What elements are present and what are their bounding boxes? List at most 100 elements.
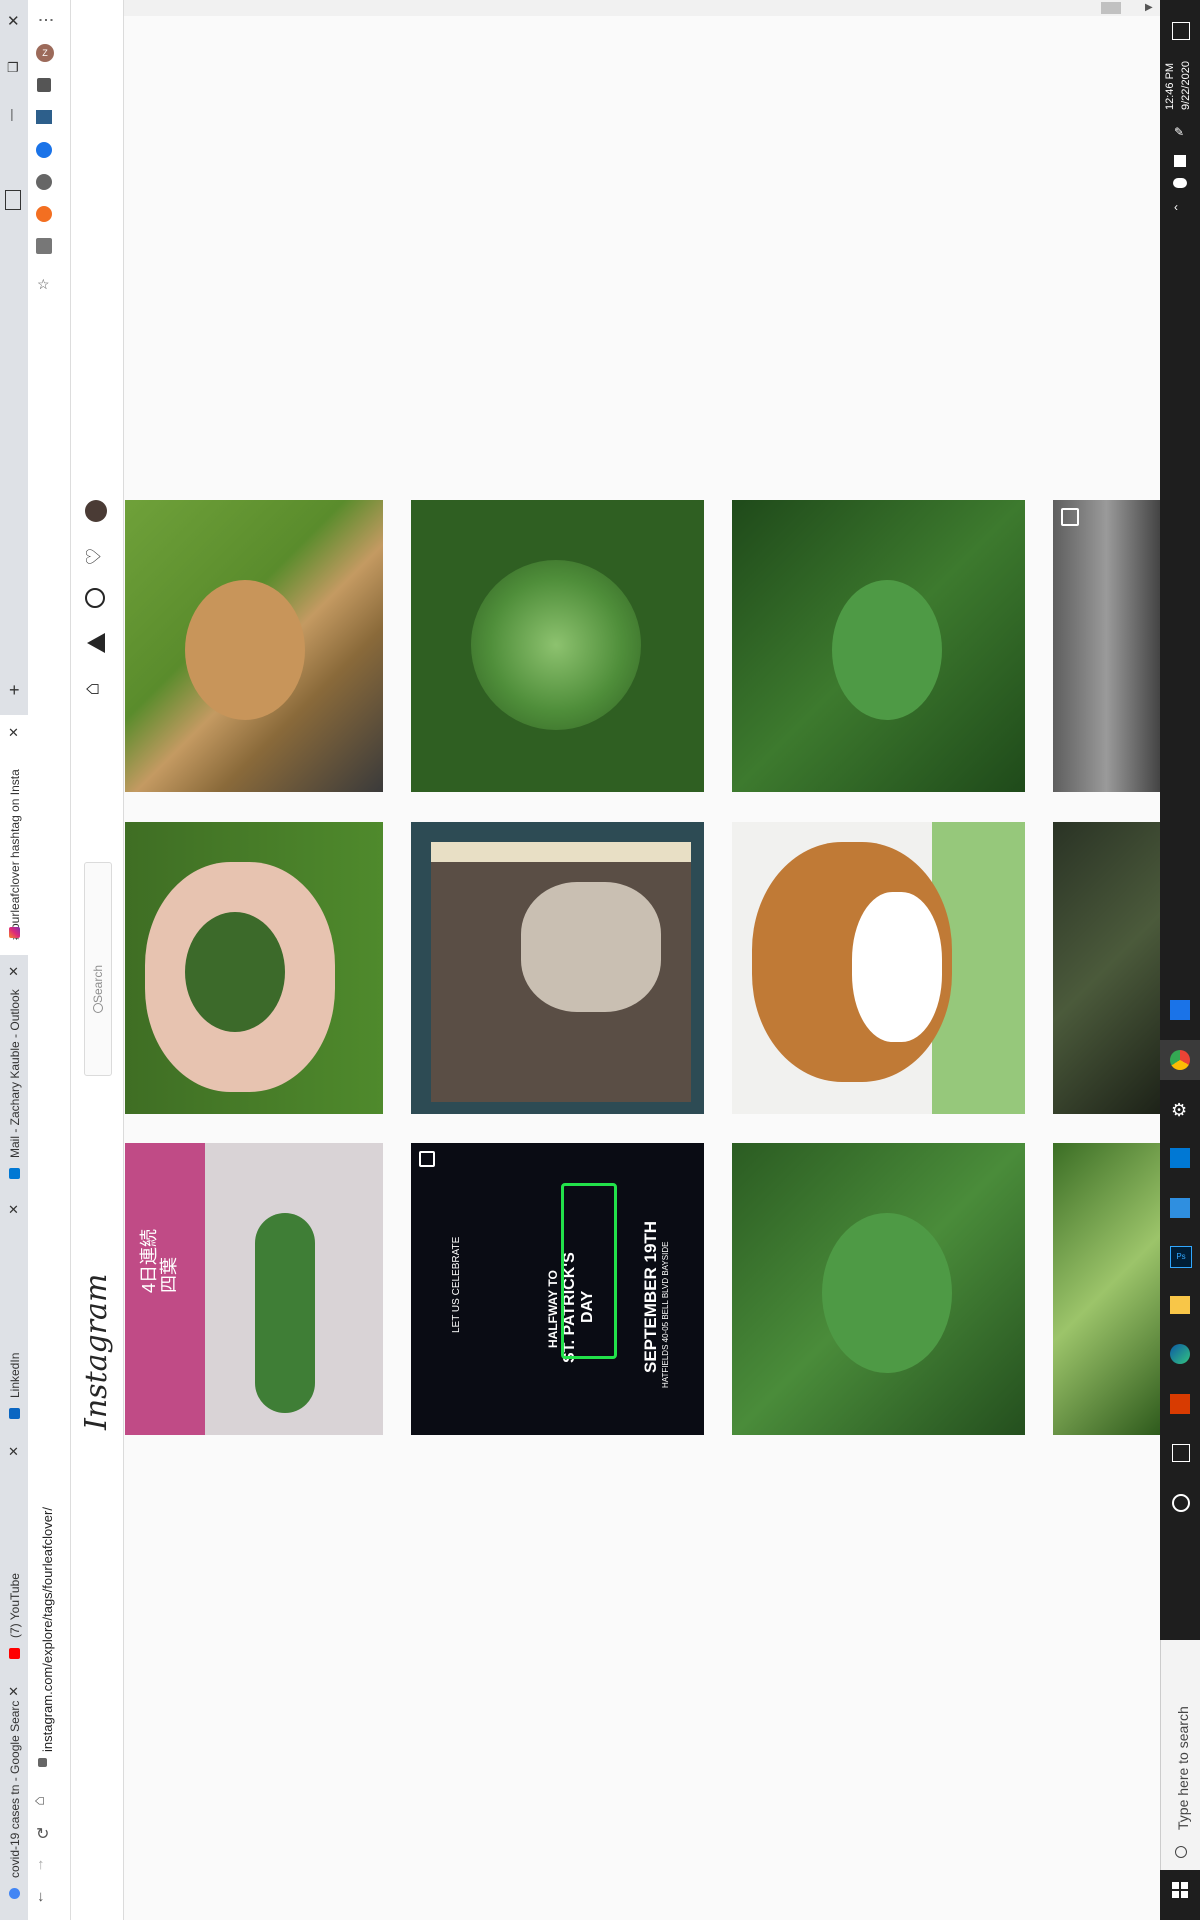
video-icon [419,1151,435,1167]
forward-arrow-icon[interactable]: ↑ [37,1856,45,1873]
multiple-photos-icon [1061,508,1079,526]
home-icon[interactable]: ⌂ [31,1796,49,1806]
back-arrow-icon[interactable]: ↓ [37,1888,45,1905]
browser-tab-strip: ✕ ❐ — + ✕ #fourleafclover hashtag on Ins… [0,0,28,1920]
post-beagle-painting[interactable] [732,822,1025,1114]
app-vscode-icon[interactable] [1170,1198,1190,1218]
extension-grey-icon[interactable] [36,174,52,190]
scroll-thumb[interactable] [1101,2,1121,14]
clover-shape [185,912,285,1032]
tab-layout-icon[interactable] [5,190,21,210]
browser-toolbar: ⋮ Z ☆ instagram.com/explore/tags/fourlea… [28,0,71,1920]
clock-time[interactable]: 12:46 PM [1164,63,1176,110]
new-tab-button[interactable]: + [9,680,20,701]
activity-heart-icon[interactable]: ♡ [81,548,106,566]
neon-frame [561,1183,617,1359]
flyer-text: HALFWAY TO [546,1270,560,1348]
post-skin-closeup[interactable] [1053,500,1160,792]
post-green-plant[interactable] [1053,1143,1160,1435]
post-four-leaf-clover[interactable] [411,500,704,792]
reload-icon[interactable]: ↻ [36,1824,49,1844]
notification-icon[interactable] [1172,22,1190,40]
extension-blue-icon[interactable] [36,142,52,158]
clover-leaf [832,580,942,720]
post-clover-in-ferns[interactable] [732,500,1025,792]
post-st-patricks-flyer[interactable]: LET US CELEBRATE HALFWAY TO ST. PATRICK'… [411,1143,704,1435]
direct-messages-icon[interactable] [87,633,105,653]
google-favicon-icon [9,1888,20,1899]
app-chrome-icon[interactable] [1160,1040,1200,1080]
cortana-icon[interactable] [1172,1494,1190,1512]
tab-google[interactable]: ✕ covid-19 cases tn - Google Searc [0,1680,28,1920]
taskbar-search-input[interactable]: Type here to search [1160,1640,1200,1870]
tray-dropbox-icon[interactable] [1174,155,1186,167]
profile-avatar[interactable]: Z [36,44,54,62]
windows-taskbar: 12:46 PM 9/22/2020 ✎ ‹ ⚙ Ps [1160,0,1200,1920]
flyer-text: HATFIELDS 40-05 BELL BLVD BAYSIDE [661,1241,670,1388]
tray-cloud-icon[interactable] [1173,178,1187,188]
tab-close-icon[interactable]: ✕ [8,1202,19,1218]
tray-expand-icon[interactable]: ‹ [1174,200,1178,214]
tab-close-icon[interactable]: ✕ [8,1444,19,1460]
beagle-face [852,892,942,1042]
search-input[interactable]: Search [84,862,112,1076]
rocks-shape [521,882,661,1012]
task-view-icon[interactable] [1172,1444,1190,1462]
user-avatar[interactable] [85,500,107,522]
horizontal-scrollbar[interactable]: ◀ ▶ [71,0,1160,16]
taskbar-search-placeholder: Type here to search [1175,1706,1191,1830]
dog-shape [185,580,305,720]
chrome-logo-icon [1170,1050,1190,1070]
tab-outlook[interactable]: ✕ Mail - Zachary Kauble - Outlook [0,960,28,1200]
post-dog-on-grass[interactable] [125,500,383,792]
book-pages [431,842,691,862]
clock-date[interactable]: 9/22/2020 [1180,61,1192,110]
extensions-puzzle-icon[interactable] [37,78,51,92]
outlook-favicon-icon [9,1168,20,1179]
tab-close-icon[interactable]: ✕ [8,725,19,741]
scroll-right-arrow[interactable]: ▶ [1145,2,1153,13]
post-hand-with-clovers[interactable] [125,822,383,1114]
address-bar[interactable]: instagram.com/explore/tags/fourleafclove… [40,1482,55,1752]
instagram-logo[interactable]: Instagram [79,1274,114,1430]
explore-compass-icon[interactable] [85,588,105,608]
window-restore-button[interactable]: ❐ [7,60,19,76]
tab-linkedin[interactable]: ✕ LinkedIn [0,1200,28,1440]
post-clovers-on-box[interactable]: 4日連続 四葉 [125,1143,383,1435]
tab-label: LinkedIn [8,1352,22,1398]
app-office-icon[interactable] [1170,1394,1190,1414]
home-icon[interactable]: ⌂ [79,682,105,695]
extension-chart-icon[interactable] [36,110,52,124]
post-rocks-on-book[interactable] [411,822,704,1114]
bookmark-star-icon[interactable]: ☆ [37,276,50,293]
lock-icon[interactable] [38,1758,47,1767]
app-kindle-icon[interactable] [1170,1000,1190,1020]
window-close-button[interactable]: ✕ [7,12,20,30]
search-icon [1175,1846,1187,1858]
app-file-explorer-icon[interactable] [1170,1296,1190,1314]
window-minimize-button[interactable]: — [6,109,20,121]
instagram-favicon-icon [9,927,20,938]
flyer-text: SEPTEMBER 19TH [641,1220,660,1373]
post-dark-plants[interactable] [1053,822,1160,1114]
start-windows-icon[interactable] [1172,1882,1188,1898]
search-placeholder: Search [91,964,105,1003]
clover-shape [255,1213,315,1413]
tab-instagram[interactable]: ✕ #fourleafclover hashtag on Insta [0,715,28,955]
extension-orange-icon[interactable] [36,206,52,222]
box-text: 四葉 [159,1257,179,1293]
flyer-text: LET US CELEBRATE [451,1236,462,1333]
app-outlook-icon[interactable] [1170,1148,1190,1168]
tray-pen-icon[interactable]: ✎ [1174,125,1184,139]
tab-label: #fourleafclover hashtag on Insta [8,769,22,940]
app-photoshop-icon[interactable]: Ps [1170,1246,1192,1268]
tab-label: Mail - Zachary Kauble - Outlook [8,989,22,1158]
app-settings-icon[interactable]: ⚙ [1171,1100,1187,1121]
tab-youtube[interactable]: ✕ (7) YouTube [0,1440,28,1680]
browser-menu-icon[interactable]: ⋮ [36,12,56,28]
clover-leaf [471,560,641,730]
extension-g-icon[interactable] [36,238,52,254]
linkedin-favicon-icon [9,1408,20,1419]
app-edge-icon[interactable] [1170,1344,1190,1364]
post-clover-in-greens[interactable] [732,1143,1025,1435]
